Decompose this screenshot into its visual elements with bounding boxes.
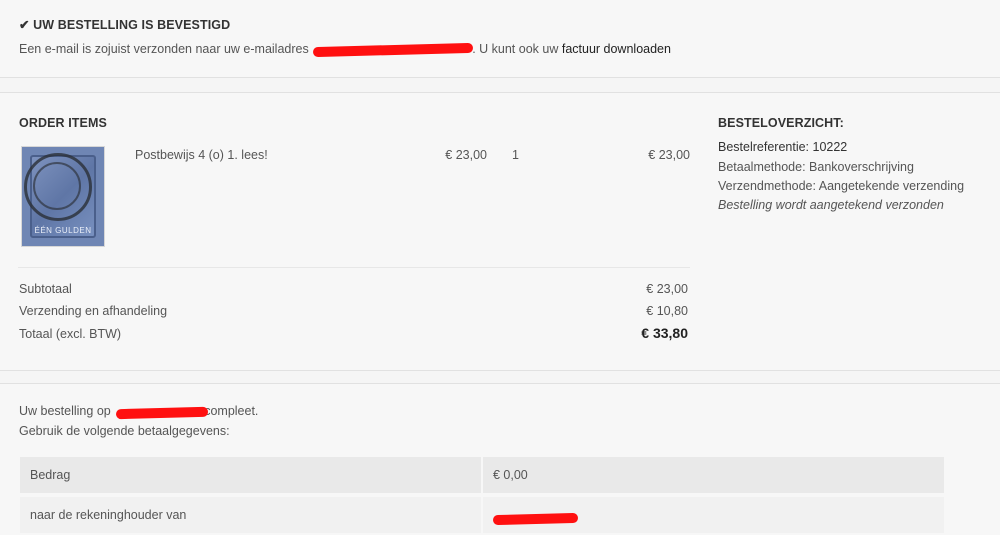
amount-value: € 0,00 bbox=[483, 457, 944, 493]
stamp-image: ÉÉN GULDEN bbox=[21, 146, 105, 247]
item-unit-price: € 23,00 bbox=[445, 148, 487, 162]
invoice-download-link[interactable]: factuur downloaden bbox=[562, 42, 671, 56]
total-label: Totaal (excl. BTW) bbox=[19, 327, 122, 341]
checkmark-icon: ✔ bbox=[19, 18, 30, 32]
items-divider bbox=[18, 267, 690, 268]
confirmation-title: UW BESTELLING IS BEVESTIGD bbox=[33, 18, 231, 32]
payment-instructions: Gebruik de volgende betaalgegevens: bbox=[19, 424, 230, 438]
confirmation-panel: ✔ UW BESTELLING IS BEVESTIGD Een e-mail … bbox=[0, 0, 1000, 78]
shipping-label: Verzending en afhandeling bbox=[19, 304, 168, 318]
order-panel: ORDER ITEMS ÉÉN GULDEN Postbewijs 4 (o) … bbox=[0, 92, 1000, 371]
shipping-value: € 10,80 bbox=[646, 304, 688, 318]
subtotal-value: € 23,00 bbox=[646, 282, 688, 296]
subtotal-label: Subtotaal bbox=[19, 282, 72, 296]
confirmation-heading: ✔ UW BESTELLING IS BEVESTIGD bbox=[19, 17, 230, 32]
order-items-heading: ORDER ITEMS bbox=[19, 116, 107, 130]
item-total: € 23,00 bbox=[648, 148, 690, 162]
order-reference: Bestelreferentie: 10222 bbox=[718, 140, 848, 154]
table-row: Bedrag € 0,00 bbox=[20, 457, 944, 493]
account-holder-label: naar de rekeninghouder van bbox=[20, 497, 481, 533]
amount-label: Bedrag bbox=[20, 457, 481, 493]
stamp-label: ÉÉN GULDEN bbox=[34, 226, 92, 235]
table-row: naar de rekeninghouder van bbox=[20, 497, 944, 533]
shipping-method: Verzendmethode: Aangetekende verzending bbox=[718, 179, 965, 193]
payment-panel: Uw bestelling op compleet. Gebruik de vo… bbox=[0, 383, 1000, 535]
shipping-note: Bestelling wordt aangetekend verzonden bbox=[718, 198, 944, 212]
payment-method: Betaalmethode: Bankoverschrijving bbox=[718, 160, 914, 174]
item-quantity: 1 bbox=[512, 148, 519, 162]
item-name: Postbewijs 4 (o) 1. lees! bbox=[135, 148, 268, 162]
total-value: € 33,80 bbox=[641, 325, 688, 341]
overview-heading: BESTELOVERZICHT: bbox=[718, 116, 844, 130]
